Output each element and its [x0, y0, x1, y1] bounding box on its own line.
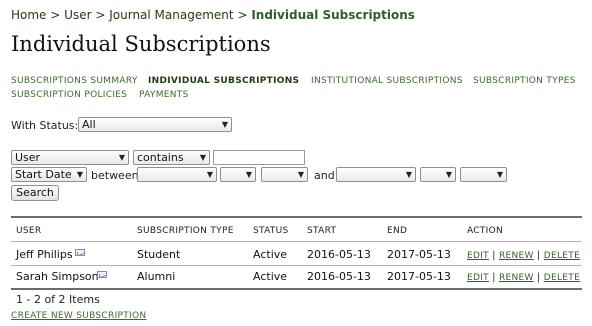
row-status: Active [253, 248, 288, 261]
search-button[interactable]: Search [11, 185, 59, 201]
edit-link[interactable]: EDIT [467, 273, 489, 283]
row-status: Active [253, 270, 288, 283]
date-to-day-select[interactable]: ▼ [420, 167, 456, 182]
nav-individual-subscriptions[interactable]: INDIVIDUAL SUBSCRIPTIONS [148, 76, 299, 86]
breadcrumb-user[interactable]: User [64, 8, 91, 22]
column-header-action: ACTION [467, 226, 504, 236]
row-actions: EDIT | RENEW | DELETE [467, 250, 580, 261]
breadcrumb: Home > User > Journal Management > Indiv… [11, 8, 415, 22]
action-separator: | [492, 250, 496, 261]
header-rule [11, 241, 582, 242]
delete-link[interactable]: DELETE [544, 273, 580, 283]
row-start-date: 2016-05-13 [307, 270, 371, 283]
dropdown-arrow-icon: ▼ [405, 170, 412, 179]
row-user-name[interactable]: Sarah Simpson [16, 270, 99, 283]
envelope-icon[interactable] [97, 271, 107, 278]
breadcrumb-home[interactable]: Home [11, 8, 46, 22]
nav-subscription-policies[interactable]: SUBSCRIPTION POLICIES [11, 90, 127, 100]
breadcrumb-separator: > [95, 8, 106, 22]
date-from-month-select[interactable]: ▼ [137, 167, 217, 182]
date-to-year-select[interactable]: ▼ [460, 167, 507, 182]
table-row: Sarah Simpson Alumni Active 2016-05-13 2… [11, 266, 582, 286]
row-actions: EDIT | RENEW | DELETE [467, 272, 580, 283]
date-to-month-select[interactable]: ▼ [336, 167, 416, 182]
date-field-select[interactable]: Start Date ▼ [11, 167, 87, 182]
search-input[interactable] [213, 150, 305, 165]
nav-subscription-types[interactable]: SUBSCRIPTION TYPES [473, 76, 576, 86]
dropdown-arrow-icon: ▼ [496, 170, 503, 179]
row-subscription-type: Alumni [137, 270, 176, 283]
edit-link[interactable]: EDIT [467, 251, 489, 261]
search-field-select[interactable]: User ▼ [11, 150, 129, 165]
dropdown-arrow-icon: ▼ [206, 170, 213, 179]
search-field-value: User [15, 151, 41, 164]
date-field-value: Start Date [15, 168, 72, 181]
create-new-subscription-link[interactable]: CREATE NEW SUBSCRIPTION [11, 311, 146, 321]
row-end-date: 2017-05-13 [387, 270, 451, 283]
nav-institutional-subscriptions[interactable]: INSTITUTIONAL SUBSCRIPTIONS [311, 76, 463, 86]
action-separator: | [536, 250, 541, 261]
status-select-value: All [82, 118, 96, 131]
action-separator: | [536, 272, 541, 283]
column-header-user: USER [16, 226, 42, 236]
envelope-icon[interactable] [75, 249, 85, 256]
row-subscription-type: Student [137, 248, 181, 261]
row-user-name[interactable]: Jeff Philips [16, 248, 73, 261]
status-select[interactable]: All ▼ [78, 117, 232, 132]
row-start-date: 2016-05-13 [307, 248, 371, 261]
nav-subscriptions-summary[interactable]: SUBSCRIPTIONS SUMMARY [11, 76, 138, 86]
renew-link[interactable]: RENEW [499, 273, 534, 283]
date-from-year-select[interactable]: ▼ [261, 167, 308, 182]
column-header-status: STATUS [253, 226, 289, 236]
delete-link[interactable]: DELETE [544, 251, 580, 261]
status-filter-label: With Status: [11, 119, 79, 132]
dropdown-arrow-icon: ▼ [245, 170, 252, 179]
page-title: Individual Subscriptions [11, 32, 271, 56]
table-top-rule [11, 216, 582, 218]
breadcrumb-separator: > [237, 8, 248, 22]
column-header-start: START [307, 226, 337, 236]
breadcrumb-current[interactable]: Individual Subscriptions [251, 8, 415, 22]
breadcrumb-separator: > [50, 8, 61, 22]
dropdown-arrow-icon: ▼ [445, 170, 452, 179]
search-match-select[interactable]: contains ▼ [133, 150, 210, 165]
dropdown-arrow-icon: ▼ [76, 170, 83, 179]
search-match-value: contains [137, 151, 184, 164]
nav-payments[interactable]: PAYMENTS [139, 90, 189, 100]
renew-link[interactable]: RENEW [499, 251, 534, 261]
table-bottom-rule [11, 288, 582, 290]
dropdown-arrow-icon: ▼ [118, 153, 125, 162]
action-separator: | [492, 272, 496, 283]
and-label: and [314, 169, 335, 182]
table-row: Jeff Philips Student Active 2016-05-13 2… [11, 244, 582, 264]
pagination-info: 1 - 2 of 2 Items [16, 293, 100, 306]
dropdown-arrow-icon: ▼ [199, 153, 206, 162]
row-end-date: 2017-05-13 [387, 248, 451, 261]
dropdown-arrow-icon: ▼ [297, 170, 304, 179]
date-from-day-select[interactable]: ▼ [220, 167, 256, 182]
column-header-subscription-type: SUBSCRIPTION TYPE [137, 226, 234, 236]
breadcrumb-journal-management[interactable]: Journal Management [109, 8, 233, 22]
dropdown-arrow-icon: ▼ [221, 120, 228, 129]
column-header-end: END [387, 226, 408, 236]
between-label: between [91, 169, 139, 182]
